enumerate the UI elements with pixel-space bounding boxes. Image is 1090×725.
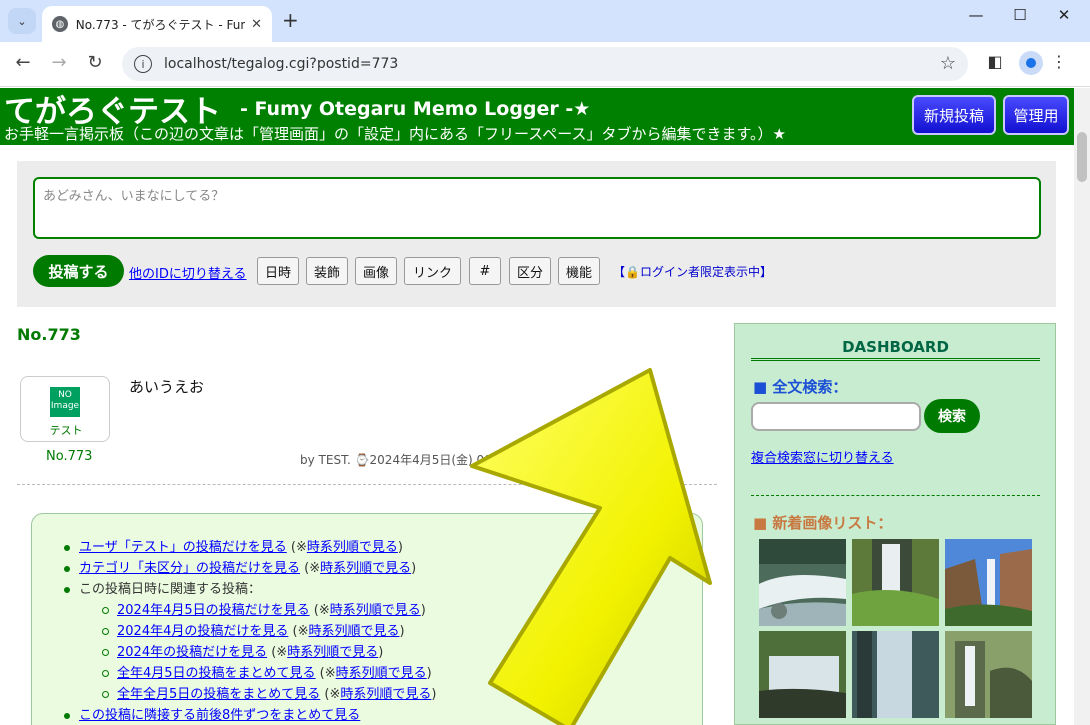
site-info-icon[interactable]: i	[134, 55, 152, 73]
list-item: 2024年4月5日の投稿だけを見る (※時系列順で見る)	[102, 599, 426, 618]
chrono-link[interactable]: 時系列順で見る	[330, 603, 421, 618]
related-links-box: ユーザ「テスト」の投稿だけを見る (※時系列順で見る) カテゴリ「未区分」の投稿…	[31, 513, 703, 725]
site-subtitle: - Fumy Otegaru Memo Logger -★	[240, 98, 591, 120]
tool-decoration-button[interactable]: 装飾	[306, 257, 348, 285]
search-button[interactable]: 検索	[924, 399, 980, 433]
browser-toolbar: ← → ↻ i localhost/tegalog.cgi?postid=773…	[0, 42, 1090, 87]
chrono-link[interactable]: 時系列順で見る	[308, 624, 399, 639]
avatar[interactable]: NO Image テスト	[20, 376, 110, 442]
month-posts-link[interactable]: 2024年4月の投稿だけを見る	[117, 624, 288, 639]
new-images-heading: ■ 新着画像リスト：	[753, 514, 893, 532]
chrono-link[interactable]: 時系列順で見る	[287, 645, 378, 660]
dashboard-heading: DASHBOARD	[842, 338, 949, 356]
list-item: 2024年の投稿だけを見る (※時系列順で見る)	[102, 641, 383, 660]
site-header: てがろぐテスト - Fumy Otegaru Memo Logger -★ お手…	[0, 88, 1074, 145]
no-image-icon: NO Image	[50, 387, 80, 417]
switch-id-link[interactable]: 他のIDに切り替える	[129, 263, 246, 282]
post-number-link[interactable]: No.773	[46, 449, 92, 464]
scrollbar-thumb[interactable]	[1077, 132, 1087, 182]
thumbnail-image[interactable]	[852, 539, 939, 626]
list-item: 全年全月5日の投稿をまとめて見る (※時系列順で見る)	[102, 683, 436, 702]
close-tab-icon[interactable]: ✕	[251, 17, 262, 32]
all-months-day-link[interactable]: 全年全月5日の投稿をまとめて見る	[117, 687, 320, 702]
back-button[interactable]: ←	[10, 52, 36, 73]
post-text: あいうえお	[129, 378, 205, 396]
side-panel-icon[interactable]: ◧	[982, 52, 1008, 71]
menu-kebab-icon[interactable]: ⋮	[1046, 52, 1072, 71]
new-post-button[interactable]: 新規投稿	[912, 95, 996, 135]
browser-tab[interactable]: ◍ No.773 - てがろぐテスト - Fumy Ot ✕	[42, 6, 272, 42]
tool-category-button[interactable]: 区分	[509, 257, 551, 285]
list-item: この投稿に隣接する前後8件ずつをまとめて見る	[64, 704, 360, 723]
search-input[interactable]	[751, 402, 921, 431]
chrono-link[interactable]: 時系列順で見る	[336, 666, 427, 681]
url-text: localhost/tegalog.cgi?postid=773	[164, 56, 399, 72]
tool-hashtag-button[interactable]: #	[469, 257, 501, 285]
related-date-label: この投稿日時に関連する投稿：	[79, 582, 262, 597]
list-item: カテゴリ「未区分」の投稿だけを見る (※時系列順で見る)	[64, 557, 416, 576]
post-textarea[interactable]: あどみさん、いまなにしてる？	[33, 177, 1041, 239]
divider	[751, 495, 1040, 496]
new-tab-button[interactable]: +	[282, 8, 299, 32]
divider	[17, 484, 717, 485]
maximize-button[interactable]: ☐	[998, 6, 1042, 24]
post-meta: by TEST. ⌚2024年4月5日(金) 00:05:25〔7日前〕 〈5文…	[300, 453, 674, 467]
post-form: あどみさん、いまなにしてる？ 投稿する 他のIDに切り替える 日時 装飾 画像 …	[17, 161, 1056, 307]
tab-search-button[interactable]: ⌄	[8, 8, 36, 34]
dashboard-sidebar: DASHBOARD ■ 全文検索： 検索 複合検索窓に切り替える ■ 新着画像リ…	[734, 323, 1056, 725]
page-scrollbar[interactable]	[1074, 88, 1090, 725]
address-bar[interactable]: i localhost/tegalog.cgi?postid=773 ☆	[122, 47, 968, 81]
site-description: お手軽一言掲示板（この辺の文章は「管理画面」の「設定」内にある「フリースペース」…	[4, 125, 786, 143]
reload-button[interactable]: ↻	[82, 52, 108, 73]
thumbnail-image[interactable]	[945, 539, 1032, 626]
search-heading: ■ 全文検索：	[753, 378, 848, 396]
thumbnail-image[interactable]	[945, 631, 1032, 718]
globe-icon: ◍	[52, 16, 68, 32]
thumbnail-image[interactable]	[852, 631, 939, 718]
tool-link-button[interactable]: リンク	[404, 257, 461, 285]
submit-post-button[interactable]: 投稿する	[33, 255, 124, 287]
browser-tab-strip: ⌄ ◍ No.773 - てがろぐテスト - Fumy Ot ✕ + — ☐ ✕	[0, 0, 1090, 42]
category-posts-link[interactable]: カテゴリ「未区分」の投稿だけを見る	[79, 561, 300, 576]
admin-button[interactable]: 管理用	[1003, 95, 1069, 135]
login-only-notice[interactable]: 【🔒ログイン者限定表示中】	[613, 263, 772, 280]
tool-image-button[interactable]: 画像	[355, 257, 397, 285]
profile-avatar[interactable]	[1019, 51, 1043, 75]
all-years-date-link[interactable]: 全年4月5日の投稿をまとめて見る	[117, 666, 316, 681]
bookmark-star-icon[interactable]: ☆	[940, 53, 956, 74]
avatar-name: テスト	[49, 424, 83, 437]
adjacent-posts-link[interactable]: この投稿に隣接する前後8件ずつをまとめて見る	[79, 708, 360, 723]
chrono-link[interactable]: 時系列順で見る	[320, 561, 411, 576]
minimize-button[interactable]: —	[954, 6, 998, 24]
list-item: 全年4月5日の投稿をまとめて見る (※時系列順で見る)	[102, 662, 432, 681]
thumbnail-image[interactable]	[759, 539, 846, 626]
tool-datetime-button[interactable]: 日時	[257, 257, 299, 285]
multi-search-link[interactable]: 複合検索窓に切り替える	[751, 447, 894, 466]
day-posts-link[interactable]: 2024年4月5日の投稿だけを見る	[117, 603, 310, 618]
page-viewport: てがろぐテスト - Fumy Otegaru Memo Logger -★ お手…	[0, 88, 1074, 725]
year-posts-link[interactable]: 2024年の投稿だけを見る	[117, 645, 267, 660]
thumbnail-image[interactable]	[759, 631, 846, 718]
tool-function-button[interactable]: 機能	[558, 257, 600, 285]
divider	[751, 358, 1040, 361]
chrono-link[interactable]: 時系列順で見る	[307, 540, 398, 555]
user-posts-link[interactable]: ユーザ「テスト」の投稿だけを見る	[79, 540, 287, 555]
chrono-link[interactable]: 時系列順で見る	[340, 687, 431, 702]
close-window-button[interactable]: ✕	[1042, 6, 1086, 24]
post-heading: No.773	[17, 325, 81, 344]
list-item: 2024年4月の投稿だけを見る (※時系列順で見る)	[102, 620, 405, 639]
tab-title: No.773 - てがろぐテスト - Fumy Ot	[75, 17, 245, 32]
list-item: この投稿日時に関連する投稿：	[64, 578, 261, 597]
forward-button[interactable]: →	[46, 52, 72, 73]
list-item: ユーザ「テスト」の投稿だけを見る (※時系列順で見る)	[64, 536, 403, 555]
